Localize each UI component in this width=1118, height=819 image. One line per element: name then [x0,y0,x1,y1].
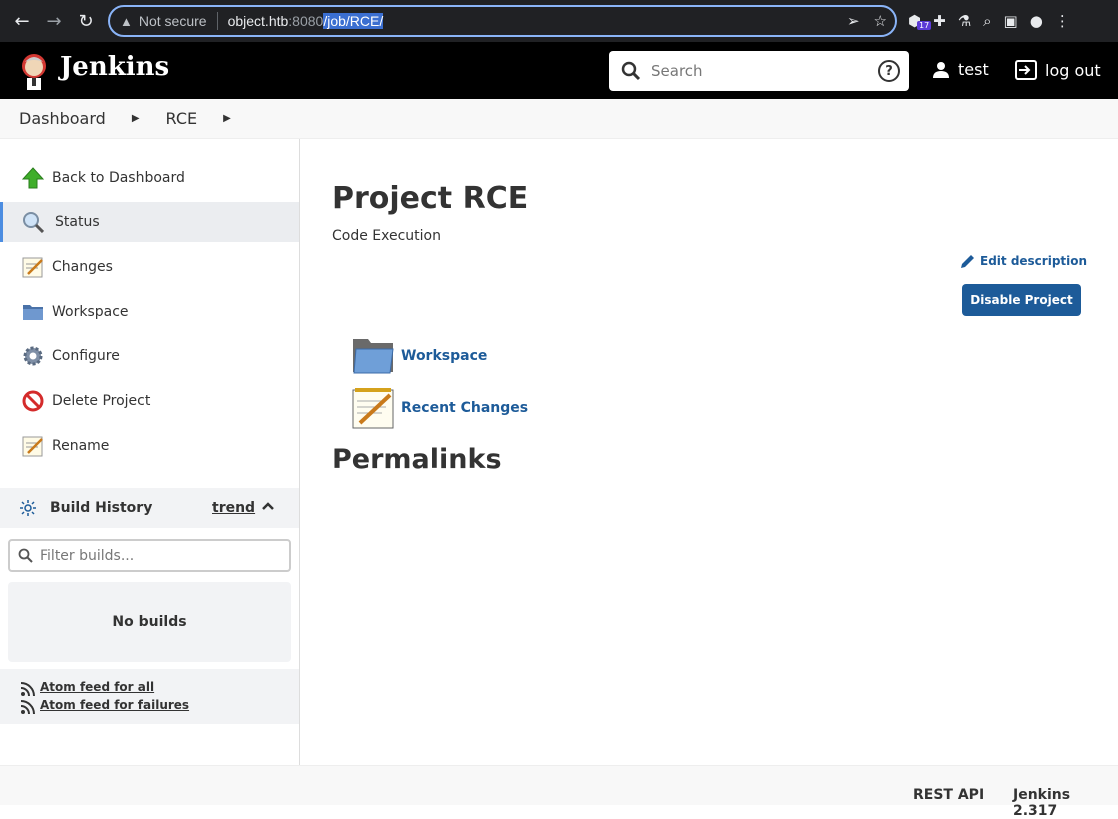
chevron-up-icon[interactable] [261,499,275,513]
sidebar-item-delete-project[interactable]: Delete Project [0,381,299,421]
sidebar-item-label: Status [55,214,100,230]
user-icon [933,61,949,78]
filter-builds-input[interactable] [40,547,280,564]
no-entry-icon [22,390,44,412]
breadcrumb-dashboard[interactable]: Dashboard [19,109,106,128]
build-history-icon [20,500,36,516]
sidebar-item-changes[interactable]: Changes [0,247,299,287]
magnifier-icon [23,212,44,233]
browser-toolbar: ← → ↻ ▲ Not secure object.htb:8080/job/R… [0,0,1118,42]
sidebar-item-label: Workspace [52,304,129,320]
sidebar: Back to Dashboard Status Changes Workspa… [0,139,300,765]
no-builds-message: No builds [8,582,291,662]
folder-icon [23,305,43,320]
breadcrumb-rce[interactable]: RCE [166,109,198,128]
up-arrow-icon [22,167,44,189]
extension-badge-count: 17 [917,21,932,30]
warning-icon: ▲ [120,13,133,29]
search-input[interactable] [651,62,871,80]
bookmark-star-icon[interactable]: ☆ [874,12,887,30]
user-link[interactable]: test [932,60,989,79]
build-history-title: Build History [50,500,153,516]
gear-icon [23,346,43,366]
user-name: test [958,60,989,79]
folder-icon [353,339,394,374]
atom-feed-all-link[interactable]: Atom feed for all [40,680,154,694]
sidebar-item-label: Rename [52,438,110,454]
sidebar-item-label: Back to Dashboard [52,170,185,186]
url-path: /job/RCE/ [323,13,384,29]
rss-icon [20,700,35,715]
help-icon[interactable]: ? [878,60,900,82]
send-icon[interactable]: ➢ [847,12,860,30]
trend-link[interactable]: trend [212,500,255,516]
footer: REST API Jenkins 2.317 [0,765,1118,819]
workspace-link[interactable]: Workspace [352,335,487,377]
recent-changes-link[interactable]: Recent Changes [352,387,528,429]
url-port: :8080 [288,13,324,29]
page-title: Project RCE [332,181,529,216]
notepad-icon [22,257,43,278]
forward-icon[interactable]: → [38,5,70,37]
zoom-icon[interactable]: ⌕ [983,12,991,30]
flask-icon[interactable]: ⚗ [958,12,971,30]
search-icon [18,548,33,563]
recent-changes-link-label: Recent Changes [401,400,529,416]
address-bar[interactable]: ▲ Not secure object.htb:8080/job/RCE/ ➢ … [108,5,897,37]
project-description: Code Execution [332,228,441,244]
build-history-header: Build History trend [0,488,299,528]
menu-kebab-icon[interactable]: ⋮ [1055,12,1070,30]
profile-icon[interactable]: ● [1030,12,1043,30]
edit-description-label: Edit description [980,254,1088,268]
atom-feed-failures-link[interactable]: Atom feed for failures [40,698,189,712]
logout-label: log out [1045,60,1101,80]
logout-link[interactable]: log out [1015,60,1101,80]
edit-description-link[interactable]: Edit description [960,253,1087,269]
omnibox-divider [216,12,218,30]
sidebar-item-status[interactable]: Status [0,202,299,242]
jenkins-logo-icon[interactable] [18,52,50,90]
rss-icon [20,682,35,697]
breadcrumb: Dashboard ▶ RCE ▶ [0,99,1118,139]
jenkins-header: Jenkins ? test log out [0,42,1118,99]
permalinks-heading: Permalinks [332,444,502,475]
sidebar-item-configure[interactable]: Configure [0,336,299,376]
sidebar-item-workspace[interactable]: Workspace [0,292,299,332]
pencil-icon [961,255,974,268]
rest-api-link[interactable]: REST API [913,787,984,803]
puzzle-icon[interactable]: ✚ [933,12,946,30]
extensions-area: ⬢ 17 ✚ ⚗ ⌕ ▣ ● ⋮ [908,0,1070,42]
side-panel-icon[interactable]: ▣ [1004,12,1018,30]
sidebar-item-rename[interactable]: Rename [0,426,299,466]
sidebar-item-label: Configure [52,348,120,364]
breadcrumb-chevron-icon[interactable]: ▶ [223,113,231,124]
back-icon[interactable]: ← [6,5,38,37]
sidebar-item-back-to-dashboard[interactable]: Back to Dashboard [0,158,299,198]
notepad-icon [22,436,43,457]
atom-feeds: Atom feed for all Atom feed for failures [0,669,299,724]
sidebar-item-label: Changes [52,259,113,275]
extension-badge-icon[interactable]: ⬢ 17 [908,12,932,30]
notepad-icon [352,388,394,429]
breadcrumb-chevron-icon[interactable]: ▶ [132,113,140,124]
security-label: Not secure [138,13,207,29]
reload-icon[interactable]: ↻ [70,5,102,37]
search-icon [621,61,641,81]
logout-icon [1015,60,1037,80]
jenkins-version-link[interactable]: Jenkins 2.317 [1013,787,1118,819]
url-host: object.htb [227,13,289,29]
filter-builds-field [8,539,291,572]
sidebar-item-label: Delete Project [52,393,151,409]
jenkins-brand[interactable]: Jenkins [60,52,169,82]
workspace-link-label: Workspace [401,348,488,364]
search-box: ? [609,51,909,91]
disable-project-button[interactable]: Disable Project [962,284,1081,316]
